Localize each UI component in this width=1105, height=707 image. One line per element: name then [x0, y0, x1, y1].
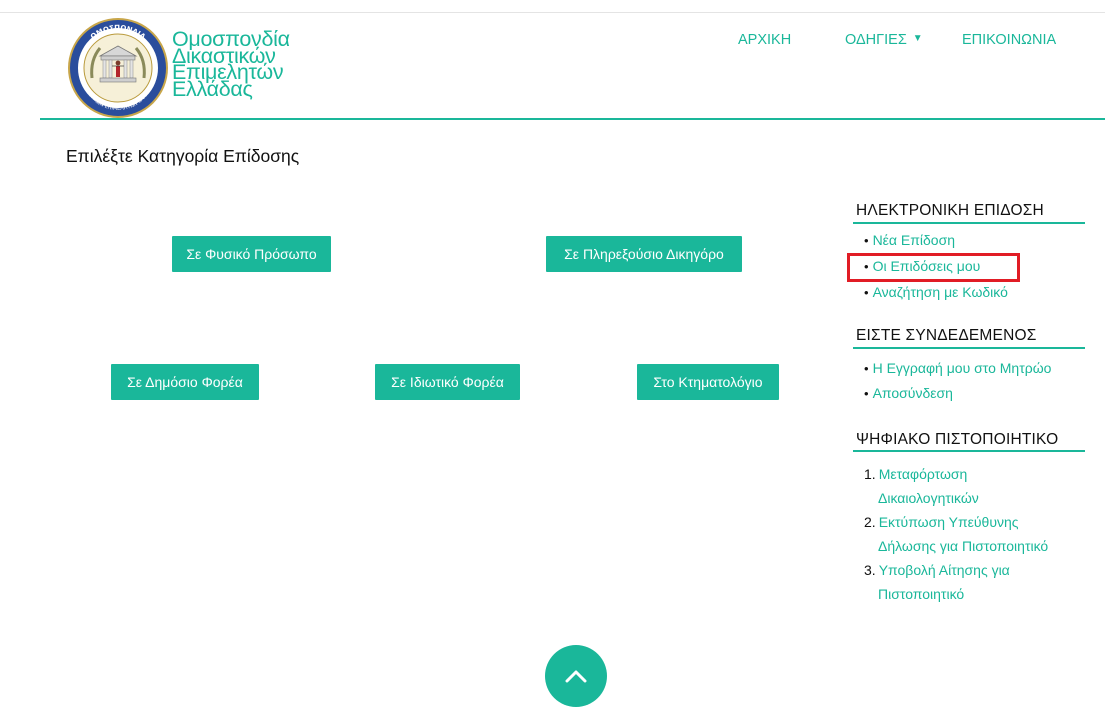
sidebar-item-logout[interactable]: • Αποσύνδεση [864, 385, 953, 401]
nav-contact-link[interactable]: ΕΠΙΚΟΙΝΩΝΙΑ [962, 32, 1056, 48]
sidebar-item-label-cont: Δήλωσης για Πιστοποιητικό [878, 538, 1049, 554]
sidebar-item-print-declaration[interactable]: 2. Εκτύπωση Υπεύθυνης Δήλωσης για Πιστοπο… [864, 510, 1048, 558]
list-number: 2. [864, 514, 876, 530]
category-physical-person-button[interactable]: Σε Φυσικό Πρόσωπο [172, 236, 331, 272]
category-public-body-button[interactable]: Σε Δημόσιο Φορέα [111, 364, 259, 400]
dropdown-caret-icon: ▼ [912, 33, 923, 44]
sidebar-item-label: Μεταφόρτωση [878, 466, 968, 482]
list-number: 1. [864, 466, 876, 482]
top-border [0, 12, 1105, 13]
sidebar-item-label: Εκτύπωση Υπεύθυνης [878, 514, 1019, 530]
sidebar-item-label: Αναζήτηση με Κωδικό [872, 284, 1008, 300]
header-divider [40, 118, 1105, 120]
category-land-registry-button[interactable]: Στο Κτηματολόγιο [637, 364, 779, 400]
main-nav: ΑΡΧΙΚΗ ΟΔΗΓΙΕΣ ▼ ΕΠΙΚΟΙΝΩΝΙΑ [0, 32, 1105, 52]
category-attorney-button[interactable]: Σε Πληρεξούσιο Δικηγόρο [546, 236, 742, 272]
sidebar-item-label-cont: Δικαιολογητικών [878, 490, 979, 506]
chevron-up-icon [565, 670, 587, 683]
list-number: 3. [864, 562, 876, 578]
bullet-icon: • [864, 361, 869, 376]
nav-home-link[interactable]: ΑΡΧΙΚΗ [738, 32, 791, 48]
bullet-icon: • [864, 233, 869, 248]
nav-instructions-link[interactable]: ΟΔΗΓΙΕΣ ▼ [845, 32, 923, 48]
sidebar-item-label: Υποβολή Αίτησης για [878, 562, 1010, 578]
sidebar-item-new-service[interactable]: • Νέα Επίδοση [864, 232, 955, 248]
sidebar-item-upload-documents[interactable]: 1. Μεταφόρτωση Δικαιολογητικών [864, 462, 979, 510]
sidebar-item-label: Αποσύνδεση [872, 385, 953, 401]
sidebar-item-search-by-code[interactable]: • Αναζήτηση με Κωδικό [864, 284, 1008, 300]
sidebar-item-label: Η Εγγραφή μου στο Μητρώο [872, 360, 1052, 376]
sidebar-item-label: Νέα Επίδοση [872, 232, 956, 248]
sidebar-item-my-registration[interactable]: • Η Εγγραφή μου στο Μητρώο [864, 360, 1051, 376]
sidebar-item-label-cont: Πιστοποιητικό [878, 586, 965, 602]
sidebar-certificate-rule [853, 450, 1085, 452]
bullet-icon: • [864, 285, 869, 300]
category-private-body-button[interactable]: Σε Ιδιωτικό Φορέα [375, 364, 520, 400]
sidebar-account-rule [853, 347, 1085, 349]
highlight-box [847, 253, 1020, 282]
sidebar-eservice-rule [853, 222, 1085, 224]
scroll-to-top-button[interactable] [545, 645, 607, 707]
sidebar-account-heading: ΕΙΣΤΕ ΣΥΝΔΕΔΕΜΕΝΟΣ [856, 327, 1037, 344]
nav-instructions-label: ΟΔΗΓΙΕΣ [845, 32, 907, 48]
sidebar-eservice-heading: ΗΛΕΚΤΡΟΝΙΚΗ ΕΠΙΔΟΣΗ [856, 202, 1044, 219]
sidebar-certificate-heading: ΨΗΦΙΑΚΟ ΠΙΣΤΟΠΟΙΗΤΙΚΟ [856, 431, 1059, 448]
sidebar-item-submit-application[interactable]: 3. Υποβολή Αίτησης για Πιστοποιητικό [864, 558, 1010, 606]
bullet-icon: • [864, 386, 869, 401]
page-title: Επιλέξτε Κατηγορία Επίδοσης [66, 146, 300, 166]
